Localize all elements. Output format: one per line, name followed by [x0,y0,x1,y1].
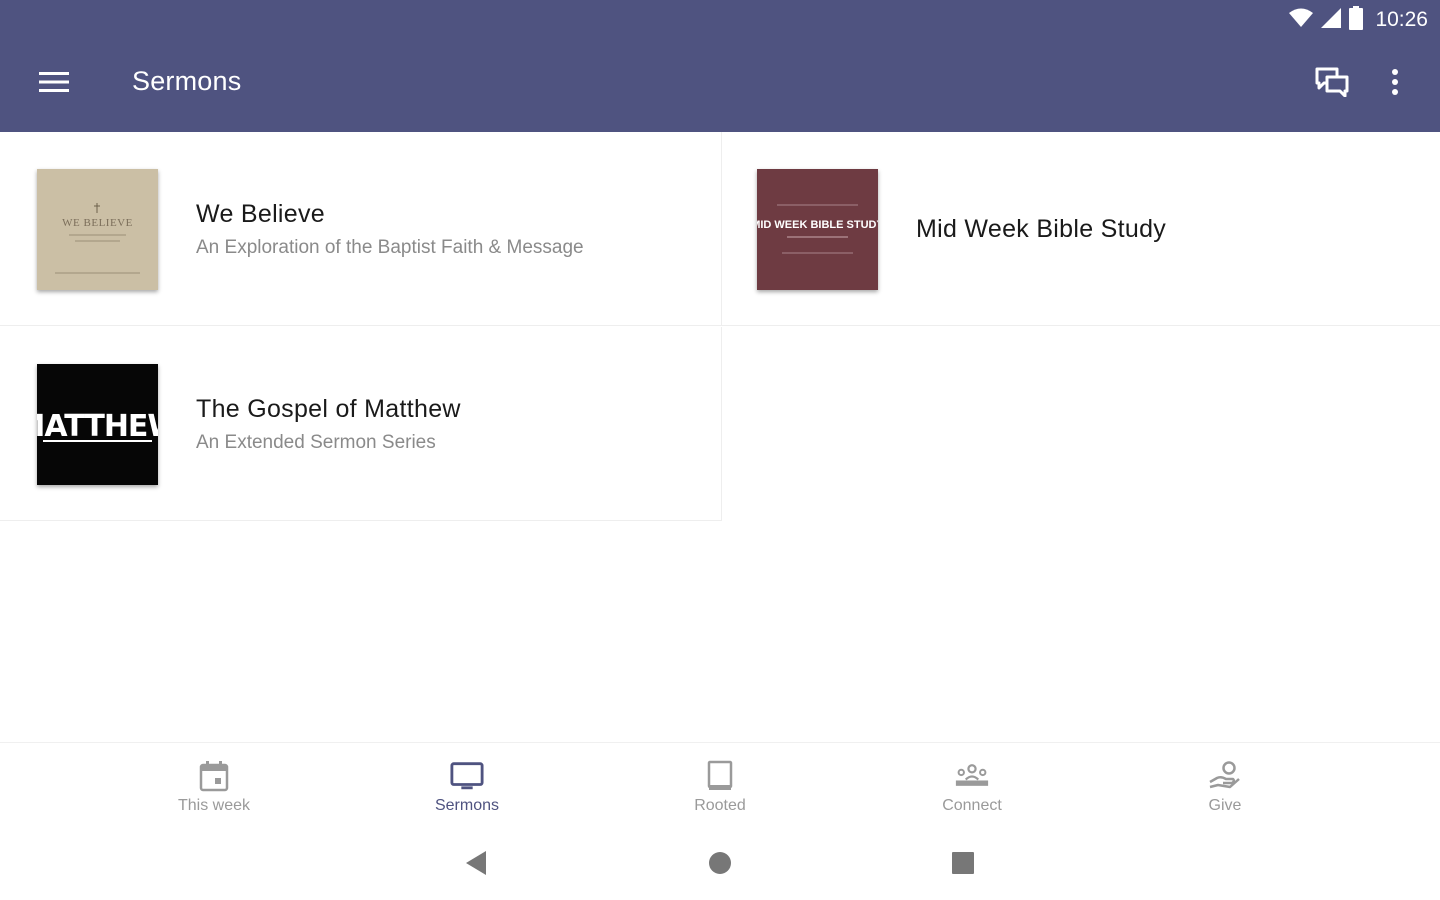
app-bar: 10:26 Sermons [0,0,1440,132]
back-button[interactable] [456,848,496,882]
nav-sermons[interactable]: Sermons [387,743,547,831]
nav-give[interactable]: Give [1145,743,1305,831]
nav-connect[interactable]: Connect [892,743,1052,831]
home-button[interactable] [700,848,740,882]
recents-button[interactable] [943,848,983,882]
series-title: We Believe [196,200,325,228]
signal-icon [1321,8,1342,32]
bottom-navigation: This week Sermons Rooted Connect Give [0,742,1440,830]
series-thumbnail: MID WEEK BIBLE STUDY [757,169,878,290]
status-bar: 10:26 [1289,6,1428,34]
series-info: The Gospel of Matthew An Extended Sermon… [196,395,461,454]
back-triangle-icon [464,850,488,880]
nav-label: Rooted [694,797,746,814]
home-circle-icon [708,851,732,879]
more-options-button[interactable] [1374,62,1416,106]
series-card-mid-week-bible-study[interactable]: MID WEEK BIBLE STUDY Mid Week Bible Stud… [722,132,1440,326]
people-group-icon [955,759,989,793]
nav-label: Connect [942,797,1002,814]
book-icon [703,759,737,793]
nav-label: Sermons [434,797,500,814]
nav-label: This week [177,797,251,814]
calendar-icon [197,759,231,793]
wifi-icon [1289,8,1314,32]
series-title: The Gospel of Matthew [196,395,461,423]
page-title: Sermons [132,66,242,96]
thumbnail-title: MID WEEK BIBLE STUDY [757,219,878,231]
more-vert-icon [1391,68,1399,100]
battery-icon [1349,6,1364,34]
series-thumbnail: MATTHEW [37,364,158,485]
menu-button[interactable] [30,64,78,104]
series-title: Mid Week Bible Study [916,215,1167,243]
status-time: 10:26 [1375,8,1428,31]
sermon-series-list: WE BELIEVE We Believe An Exploration of … [0,132,1440,742]
series-card-we-believe[interactable]: WE BELIEVE We Believe An Exploration of … [0,132,722,326]
hamburger-menu-icon [39,71,69,97]
series-info: We Believe An Exploration of the Baptist… [196,200,584,259]
chat-button[interactable] [1308,62,1356,106]
series-subtitle: An Exploration of the Baptist Faith & Me… [196,237,584,258]
series-info: Mid Week Bible Study [916,215,1166,244]
series-thumbnail: WE BELIEVE [37,169,158,290]
nav-rooted[interactable]: Rooted [640,743,800,831]
series-subtitle: An Extended Sermon Series [196,432,436,453]
tv-icon [450,759,484,793]
thumbnail-title: WE BELIEVE [62,217,133,229]
nav-label: Give [1208,797,1242,814]
recents-square-icon [952,852,974,878]
system-navigation-bar [0,830,1440,900]
nav-this-week[interactable]: This week [134,743,294,831]
chat-bubbles-icon [1315,67,1349,101]
hand-heart-icon [1208,759,1242,793]
series-card-gospel-of-matthew[interactable]: MATTHEW The Gospel of Matthew An Extende… [0,327,722,521]
thumbnail-title: MATTHEW [37,409,158,444]
